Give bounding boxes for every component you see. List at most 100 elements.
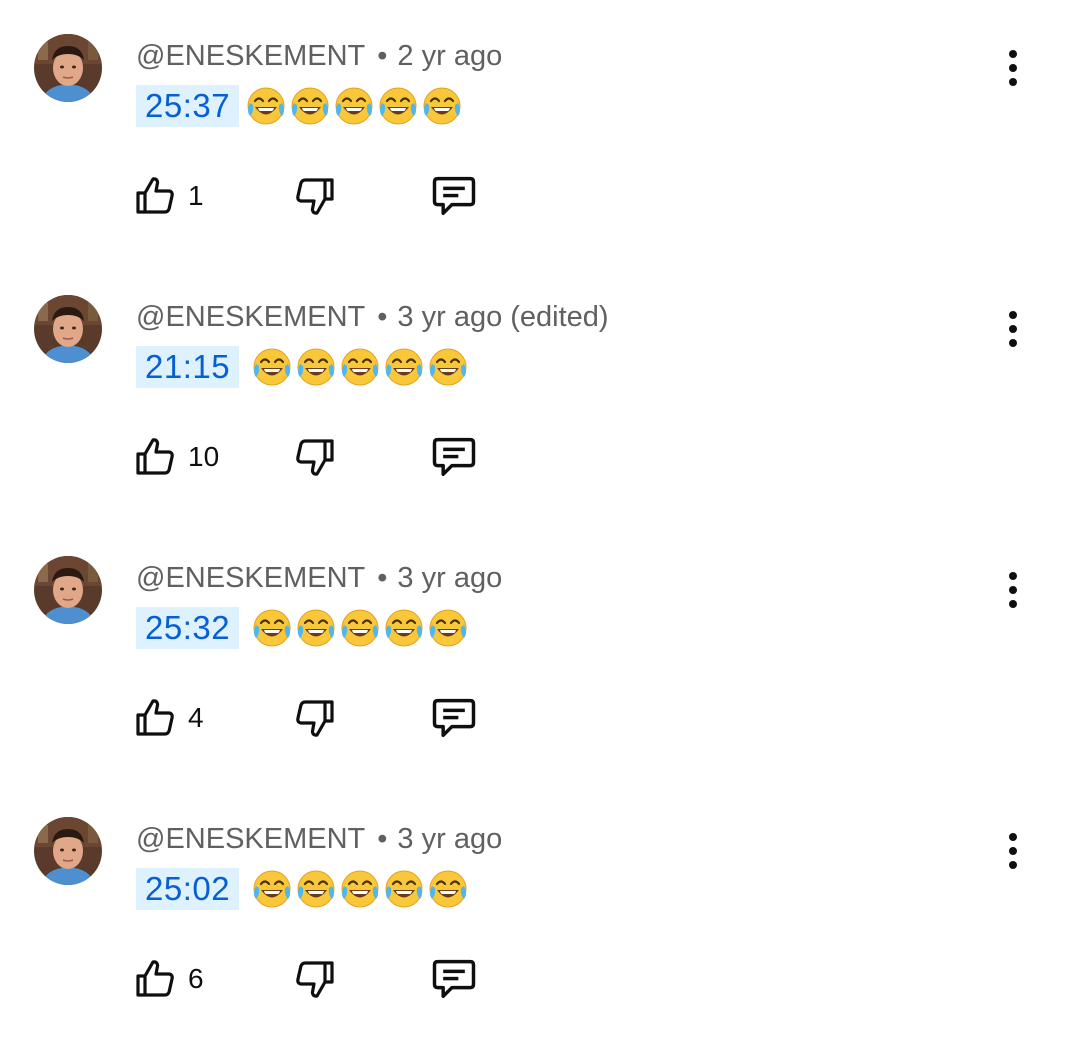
face-with-tears-of-joy-icon	[385, 609, 423, 647]
thumbs-down-icon	[296, 700, 334, 737]
face-with-tears-of-joy-icon	[297, 870, 335, 908]
reply-button[interactable]	[428, 690, 480, 746]
avatar[interactable]	[34, 34, 102, 102]
comment-item: @ENESKEMENT • 3 yr ago 25:32 4	[0, 522, 1080, 783]
thumbs-down-icon	[296, 178, 334, 215]
face-with-tears-of-joy-icon	[341, 348, 379, 386]
reply-button[interactable]	[428, 429, 480, 485]
more-vertical-icon-dot	[1009, 64, 1017, 72]
comment-age: 2 yr ago	[397, 40, 503, 72]
reply-button[interactable]	[428, 951, 480, 1007]
timestamp-link[interactable]: 25:37	[136, 85, 240, 127]
comment-author-handle[interactable]: @ENESKEMENT	[136, 823, 365, 855]
comment-menu-button[interactable]	[994, 829, 1032, 873]
more-vertical-icon-dot	[1009, 325, 1017, 333]
comment-text: 21:15	[136, 345, 471, 389]
comment-meta: @ENESKEMENT • 3 yr ago	[136, 821, 502, 857]
avatar[interactable]	[34, 817, 102, 885]
comment-reply-icon	[432, 698, 476, 738]
like-count: 4	[188, 702, 204, 733]
thumbs-up-icon	[136, 438, 174, 475]
comment-meta: @ENESKEMENT • 3 yr ago	[136, 560, 502, 596]
meta-separator: •	[377, 40, 388, 72]
more-vertical-icon-dot	[1009, 339, 1017, 347]
face-with-tears-of-joy-icon	[335, 87, 373, 125]
comment-author-handle[interactable]: @ENESKEMENT	[136, 40, 365, 72]
more-vertical-icon-dot	[1009, 586, 1017, 594]
like-button[interactable]: 1	[132, 168, 204, 224]
more-vertical-icon-dot	[1009, 78, 1017, 86]
comment-item: @ENESKEMENT • 3 yr ago (edited) 21:15 10	[0, 261, 1080, 522]
face-with-tears-of-joy-icon	[247, 87, 285, 125]
dislike-button[interactable]	[290, 429, 338, 485]
face-with-tears-of-joy-icon	[341, 609, 379, 647]
comment-age: 3 yr ago	[397, 823, 503, 855]
like-button[interactable]: 4	[132, 690, 204, 746]
comment-author-handle[interactable]: @ENESKEMENT	[136, 301, 365, 333]
face-with-tears-of-joy-icon	[429, 348, 467, 386]
comment-menu-button[interactable]	[994, 307, 1032, 351]
avatar-image	[34, 295, 102, 363]
meta-separator: •	[377, 823, 388, 855]
meta-separator: •	[377, 562, 388, 594]
face-with-tears-of-joy-icon	[429, 870, 467, 908]
dislike-button[interactable]	[290, 168, 338, 224]
more-vertical-icon-dot	[1009, 861, 1017, 869]
face-with-tears-of-joy-icon	[429, 609, 467, 647]
emoji-group	[251, 607, 471, 649]
avatar-image	[34, 556, 102, 624]
more-vertical-icon	[1009, 833, 1017, 841]
avatar-image	[34, 34, 102, 102]
thumbs-down-icon	[296, 961, 334, 998]
face-with-tears-of-joy-icon	[253, 609, 291, 647]
thumbs-down-icon	[296, 439, 334, 476]
comment-age: 3 yr ago	[397, 562, 503, 594]
dislike-button[interactable]	[290, 951, 338, 1007]
like-button[interactable]: 6	[132, 951, 204, 1007]
avatar-image	[34, 817, 102, 885]
face-with-tears-of-joy-icon	[385, 348, 423, 386]
timestamp-link[interactable]: 25:32	[136, 607, 240, 649]
more-vertical-icon	[1009, 50, 1017, 58]
emoji-group	[251, 346, 471, 388]
comment-item: @ENESKEMENT • 3 yr ago 25:02 6	[0, 783, 1080, 1044]
like-count: 10	[188, 441, 220, 472]
comment-menu-button[interactable]	[994, 46, 1032, 90]
comment-text: 25:37	[136, 84, 465, 128]
avatar[interactable]	[34, 295, 102, 363]
comment-reply-icon	[432, 437, 476, 477]
comment-text: 25:32	[136, 606, 471, 650]
face-with-tears-of-joy-icon	[385, 870, 423, 908]
comment-reply-icon	[432, 176, 476, 216]
face-with-tears-of-joy-icon	[341, 870, 379, 908]
meta-separator: •	[377, 301, 388, 333]
more-vertical-icon	[1009, 572, 1017, 580]
like-count: 1	[188, 180, 204, 211]
more-vertical-icon-dot	[1009, 847, 1017, 855]
comment-age: 3 yr ago (edited)	[397, 301, 609, 333]
timestamp-link[interactable]: 21:15	[136, 346, 240, 388]
comment-text: 25:02	[136, 867, 471, 911]
comment-meta: @ENESKEMENT • 3 yr ago (edited)	[136, 299, 609, 335]
comment-menu-button[interactable]	[994, 568, 1032, 612]
dislike-button[interactable]	[290, 690, 338, 746]
emoji-group	[245, 85, 465, 127]
face-with-tears-of-joy-icon	[291, 87, 329, 125]
thumbs-up-icon	[136, 960, 174, 997]
comment-author-handle[interactable]: @ENESKEMENT	[136, 562, 365, 594]
like-count: 6	[188, 963, 204, 994]
reply-button[interactable]	[428, 168, 480, 224]
face-with-tears-of-joy-icon	[253, 870, 291, 908]
more-vertical-icon-dot	[1009, 600, 1017, 608]
face-with-tears-of-joy-icon	[253, 348, 291, 386]
timestamp-link[interactable]: 25:02	[136, 868, 240, 910]
thumbs-up-icon	[136, 699, 174, 736]
face-with-tears-of-joy-icon	[297, 348, 335, 386]
comment-reply-icon	[432, 959, 476, 999]
like-button[interactable]: 10	[132, 429, 219, 485]
emoji-group	[251, 868, 471, 910]
avatar[interactable]	[34, 556, 102, 624]
comment-meta: @ENESKEMENT • 2 yr ago	[136, 38, 502, 74]
comment-item: @ENESKEMENT • 2 yr ago 25:37 1	[0, 0, 1080, 261]
face-with-tears-of-joy-icon	[379, 87, 417, 125]
